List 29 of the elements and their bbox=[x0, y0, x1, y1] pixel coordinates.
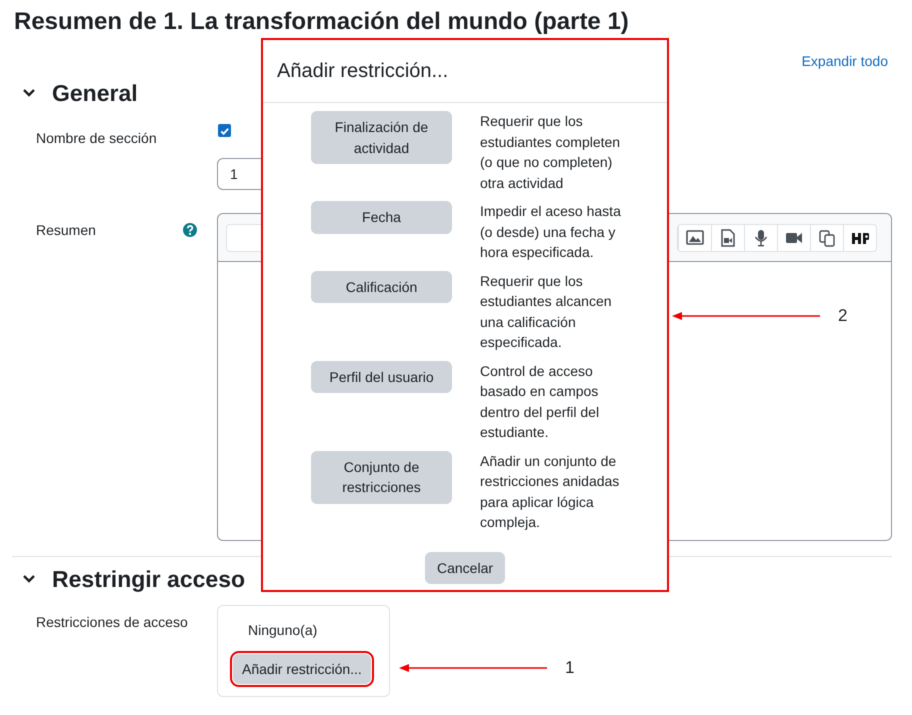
option-button[interactable]: Conjunto de restricciones bbox=[311, 450, 452, 504]
copy-icon[interactable] bbox=[818, 228, 836, 246]
option-description: Requerir que los estudiantes alcancen una calificación especificada. bbox=[480, 272, 613, 352]
option-button[interactable]: Fecha bbox=[311, 201, 452, 234]
dialog-title: Añadir restricción... bbox=[277, 59, 450, 84]
option-button[interactable]: Calificación bbox=[311, 270, 452, 303]
callout-number: 2 bbox=[838, 306, 848, 326]
option-button[interactable]: Perfil del usuario bbox=[311, 360, 452, 393]
help-icon bbox=[183, 223, 197, 237]
checkbox[interactable] bbox=[218, 124, 231, 137]
microphone-icon[interactable] bbox=[752, 228, 770, 246]
image-icon[interactable] bbox=[686, 228, 704, 246]
add-restriction-button[interactable]: Añadir restricción... bbox=[233, 654, 371, 684]
option-description: Requerir que los estudiantes completen (o que no completen) otra actividad bbox=[480, 112, 622, 192]
section-heading: Restringir acceso bbox=[52, 565, 246, 594]
field-label: Nombre de sección bbox=[36, 129, 157, 148]
callout-number: 1 bbox=[565, 658, 574, 678]
field-label: Restricciones de acceso bbox=[36, 613, 188, 632]
section-heading: General bbox=[52, 79, 138, 108]
page-title: Resumen de 1. La transformación del mundo (parte 1) bbox=[14, 7, 630, 37]
option-description: Añadir un conjunto de restricciones anidadas para aplicar lógica compleja. bbox=[480, 452, 620, 532]
field-label: Resumen bbox=[36, 221, 96, 240]
option-description: Control de acceso basado en campos dentro del perfil del estudiante. bbox=[480, 362, 600, 442]
cancel-button[interactable]: Cancelar bbox=[424, 552, 506, 584]
file-icon[interactable] bbox=[719, 228, 737, 246]
expand-all-link[interactable]: Expandir todo bbox=[802, 51, 888, 71]
option-description: Impedir el aceso hasta (o desde) una fecha y hora especificada. bbox=[480, 202, 622, 262]
status-text: Ninguno(a) bbox=[247, 621, 318, 640]
option-button[interactable]: Finalización de actividad bbox=[311, 111, 452, 164]
